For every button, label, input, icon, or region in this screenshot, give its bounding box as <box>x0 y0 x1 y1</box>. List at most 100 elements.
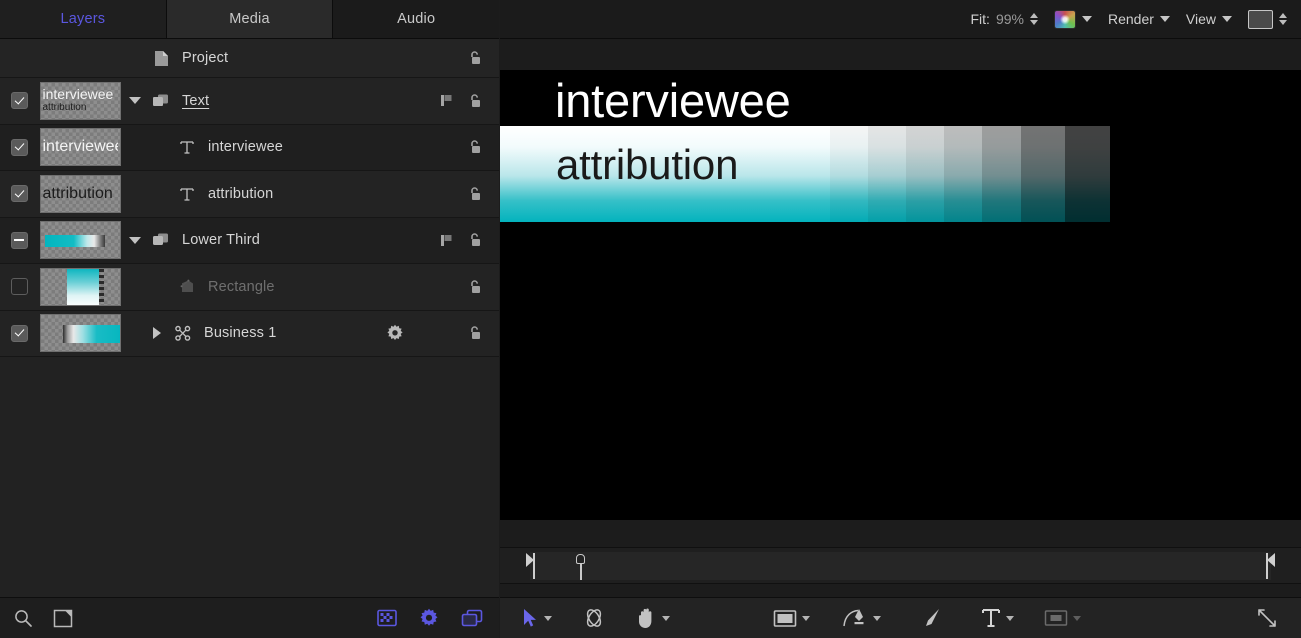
layer-row-interviewee[interactable]: interviewee interviewee <box>0 125 499 172</box>
chevron-down-icon[interactable] <box>1006 616 1014 621</box>
layer-name: Text <box>174 93 435 109</box>
checkbox-cell[interactable] <box>0 92 38 109</box>
tab-media[interactable]: Media <box>167 0 334 38</box>
layer-name: attribution <box>200 186 463 202</box>
thumbnail-cell: interviewee attribution <box>38 82 122 120</box>
chevron-down-icon[interactable] <box>1073 616 1081 621</box>
text-tool[interactable] <box>977 598 1018 638</box>
lock-open-icon[interactable] <box>463 135 487 159</box>
layer-visibility-checkbox[interactable] <box>11 139 28 156</box>
render-label: Render <box>1108 11 1154 27</box>
mask-tool[interactable] <box>1040 598 1085 638</box>
group-flag-icon[interactable] <box>435 228 459 252</box>
thumbnail-cell <box>38 314 122 352</box>
layer-visibility-checkbox[interactable] <box>11 232 28 249</box>
lock-open-icon[interactable] <box>463 182 487 206</box>
search-icon[interactable] <box>13 608 33 628</box>
zoom-fit-control[interactable]: Fit: 99% <box>971 11 1038 27</box>
stepper-icon[interactable] <box>1279 13 1287 25</box>
thumbnail-text-line2: attribution <box>43 103 118 113</box>
lower-third-band <box>868 126 906 222</box>
layer-row-lower-third-group[interactable]: Lower Third <box>0 218 499 265</box>
lower-third-band <box>1021 126 1065 222</box>
layer-visibility-checkbox[interactable] <box>11 278 28 295</box>
lower-third-band <box>944 126 982 222</box>
layer-row-rectangle[interactable]: Rectangle <box>0 264 499 311</box>
settings-gear-icon[interactable] <box>419 608 439 628</box>
transform-3d-tool[interactable] <box>578 598 610 638</box>
layer-name: Lower Third <box>174 232 435 248</box>
resize-handle[interactable] <box>1251 598 1283 638</box>
chevron-down-icon[interactable] <box>544 616 552 621</box>
checkbox-cell[interactable] <box>0 139 38 156</box>
thumbnail-cell: attribution <box>38 175 122 213</box>
layer-visibility-checkbox[interactable] <box>11 325 28 342</box>
layer-row-project[interactable]: Project <box>0 39 499 78</box>
layer-name: Business 1 <box>196 325 383 341</box>
disclosure-triangle-expanded[interactable] <box>122 237 148 244</box>
layer-visibility-checkbox[interactable] <box>11 185 28 202</box>
toolbar-right-group <box>377 608 499 628</box>
canvas-subtitle-text: attribution <box>556 144 738 186</box>
chevron-down-icon[interactable] <box>662 616 670 621</box>
tab-layers-label: Layers <box>60 11 105 27</box>
thumbnail-graphic <box>63 325 121 343</box>
layer-name: interviewee <box>200 139 463 155</box>
layer-list[interactable]: Project interviewee <box>0 39 499 597</box>
canvas-title-text: interviewee <box>555 77 791 124</box>
thumbnail-cell <box>38 221 122 259</box>
tab-layers[interactable]: Layers <box>0 0 167 38</box>
playhead-marker[interactable] <box>576 554 585 580</box>
tab-audio[interactable]: Audio <box>333 0 499 38</box>
select-tool[interactable] <box>518 598 556 638</box>
group-icon <box>148 93 174 109</box>
bezier-tool[interactable] <box>838 598 885 638</box>
checkbox-cell[interactable] <box>0 185 38 202</box>
motion-app-window: Layers Media Audio Pro <box>0 0 1301 638</box>
checkbox-cell[interactable] <box>0 232 38 249</box>
layer-row-attribution[interactable]: attribution attribution <box>0 171 499 218</box>
canvas-panel: Fit: 99% Render View int <box>500 0 1301 638</box>
in-point-marker[interactable] <box>526 553 535 579</box>
out-point-marker[interactable] <box>1266 553 1275 579</box>
canvas-top-toolbar: Fit: 99% Render View <box>500 0 1301 39</box>
checkbox-cell[interactable] <box>0 325 38 342</box>
paint-stroke-tool[interactable] <box>915 598 947 638</box>
lock-open-icon[interactable] <box>463 275 487 299</box>
display-preset-control[interactable] <box>1248 10 1287 29</box>
gear-icon[interactable] <box>383 321 407 345</box>
chevron-down-icon[interactable] <box>873 616 881 621</box>
layer-visibility-checkbox[interactable] <box>11 92 28 109</box>
new-group-icon[interactable] <box>53 608 74 629</box>
layer-thumbnail: interviewee <box>40 128 121 166</box>
disclosure-triangle-collapsed[interactable] <box>144 327 170 339</box>
layer-thumbnail: attribution <box>40 175 121 213</box>
zoom-fit-label: Fit: <box>971 11 990 27</box>
lower-third-band <box>1065 126 1110 222</box>
chevron-down-icon[interactable] <box>802 616 810 621</box>
lock-open-icon[interactable] <box>463 228 487 252</box>
project-canvas[interactable]: interviewee attribution <box>500 70 1301 520</box>
tab-media-label: Media <box>229 11 270 27</box>
view-menu[interactable]: View <box>1186 11 1232 27</box>
panel-tab-bar: Layers Media Audio <box>0 0 499 39</box>
canvas-lower-third-graphic: attribution <box>500 126 1110 222</box>
scrubber-track[interactable] <box>530 552 1271 580</box>
layer-row-business-1[interactable]: Business 1 <box>0 311 499 358</box>
layer-row-text-group[interactable]: interviewee attribution Text <box>0 78 499 125</box>
render-menu[interactable]: Render <box>1108 11 1170 27</box>
shape-tool[interactable] <box>769 598 814 638</box>
group-flag-icon[interactable] <box>435 89 459 113</box>
disclosure-triangle-expanded[interactable] <box>122 97 148 104</box>
layers-panel-icon[interactable] <box>461 609 483 628</box>
transparency-grid-icon[interactable] <box>377 609 397 627</box>
color-wheel-menu[interactable] <box>1054 10 1092 29</box>
lock-open-icon[interactable] <box>463 46 487 70</box>
lock-open-icon[interactable] <box>463 321 487 345</box>
lock-open-icon[interactable] <box>463 89 487 113</box>
thumbnail-text-line1: interviewee <box>43 87 118 101</box>
checkbox-cell[interactable] <box>0 278 38 295</box>
pan-tool[interactable] <box>632 598 674 638</box>
mini-timeline-scrubber[interactable] <box>500 547 1301 584</box>
stepper-icon[interactable] <box>1030 13 1038 25</box>
